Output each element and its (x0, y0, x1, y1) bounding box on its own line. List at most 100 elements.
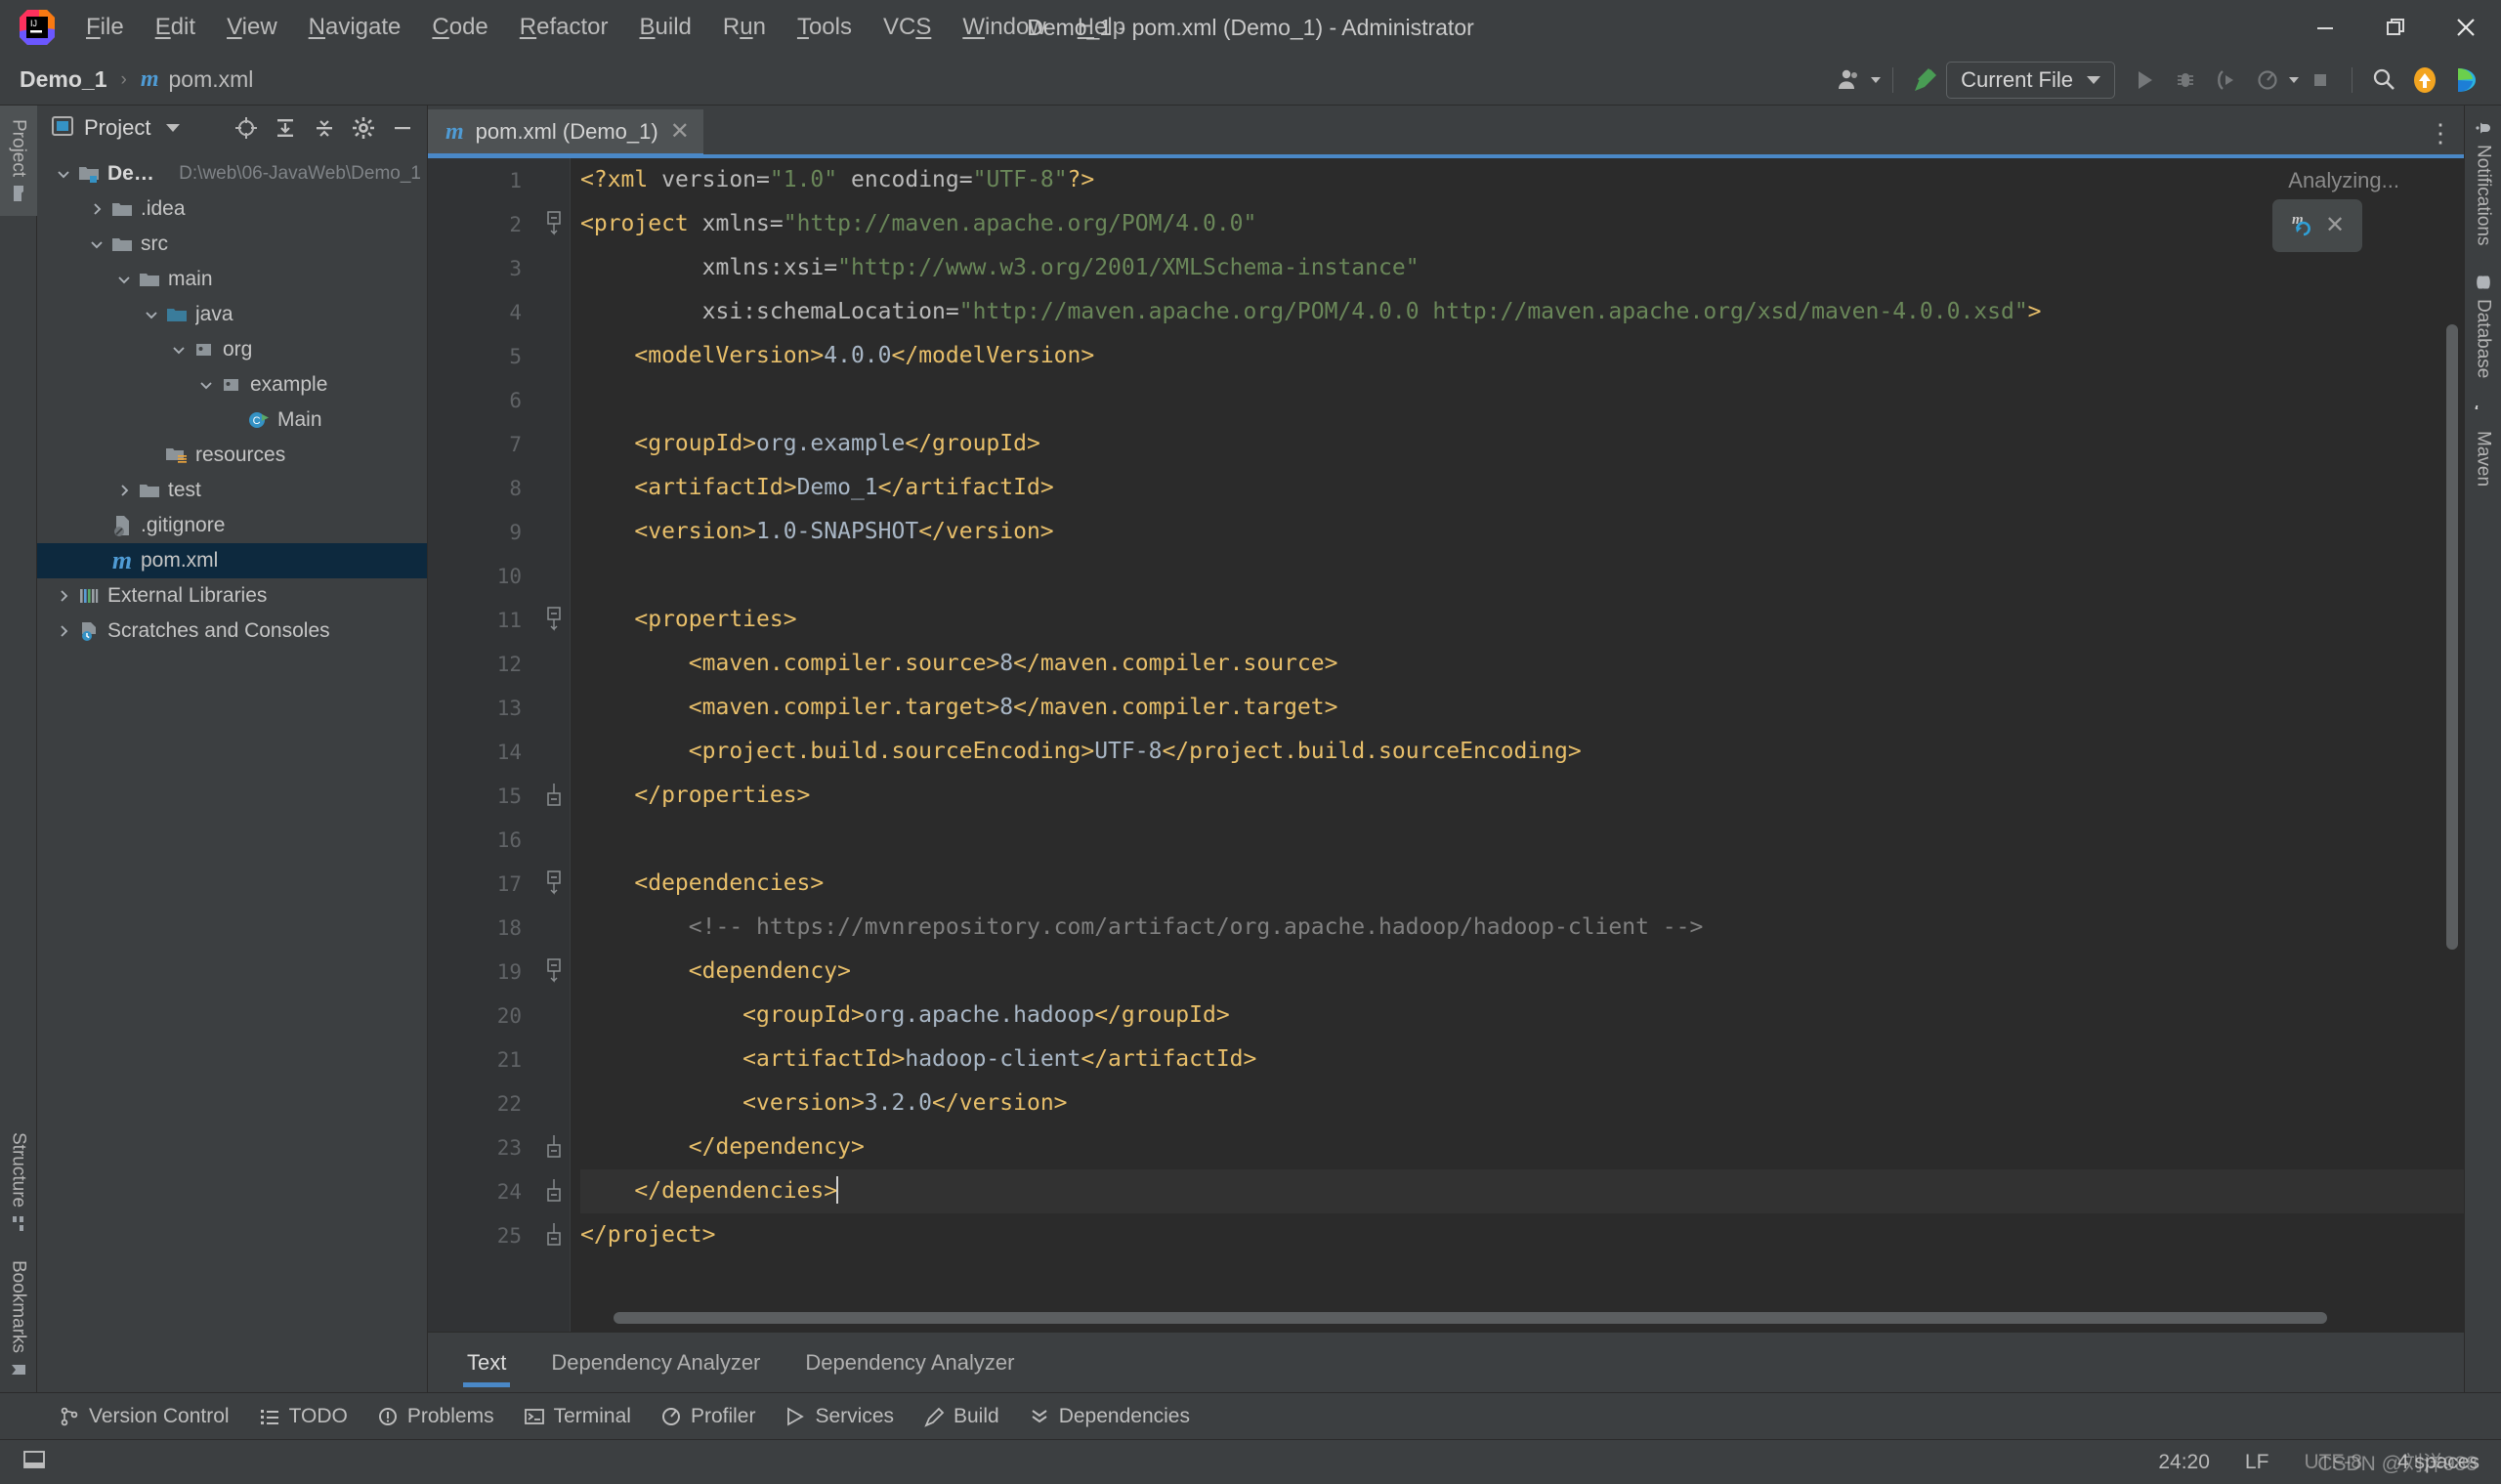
run-coverage-icon[interactable] (2207, 61, 2246, 100)
chevron-down-icon[interactable] (111, 272, 137, 287)
sidebar-item-bookmarks[interactable]: Bookmarks (0, 1247, 37, 1392)
tree-row-scratches[interactable]: Scratches and Consoles (37, 614, 427, 649)
chevron-right-icon[interactable] (111, 483, 137, 498)
chevron-down-icon[interactable] (193, 377, 219, 393)
tab-dependency-analyzer-2[interactable]: Dependency Analyzer (801, 1336, 1018, 1389)
chevron-down-icon[interactable] (84, 236, 109, 252)
chevron-down-icon[interactable] (166, 124, 181, 132)
tree-row-example[interactable]: example (37, 367, 427, 403)
chevron-down-icon[interactable] (2289, 77, 2299, 83)
close-button[interactable] (2431, 0, 2501, 55)
fold-toggle-icon[interactable] (543, 1125, 565, 1169)
close-icon[interactable]: ✕ (2325, 214, 2345, 237)
menu-item-vcs[interactable]: VCS (868, 8, 947, 47)
maven-reload-popup[interactable]: m ✕ (2272, 199, 2362, 252)
minimize-button[interactable] (2290, 0, 2360, 55)
sidebar-item-notifications[interactable]: Notifications (2465, 106, 2501, 260)
tool-window-dependencies[interactable]: Dependencies (1029, 1405, 1190, 1428)
menu-item-refactor[interactable]: Refactor (504, 8, 624, 47)
file-encoding[interactable]: UTF-8 (2304, 1451, 2362, 1474)
fold-toggle-icon[interactable] (543, 598, 565, 642)
tool-window-build[interactable]: Build (923, 1405, 999, 1428)
sidebar-item-database[interactable]: Database (2465, 260, 2501, 392)
caret-position[interactable]: 24:20 (2158, 1451, 2210, 1474)
expand-all-icon[interactable] (269, 111, 302, 145)
breadcrumb-item-file[interactable]: pom.xml (168, 66, 253, 93)
fold-toggle-icon[interactable] (543, 950, 565, 994)
run-configuration-selector[interactable]: Current File (1946, 62, 2115, 99)
chevron-right-icon[interactable] (51, 588, 76, 604)
code-area[interactable]: 1 2 3 4 5 6 7 8 9 10 11 12 13 14 15 16 1… (428, 158, 2464, 1332)
menu-item-edit[interactable]: Edit (140, 8, 211, 47)
tree-row-idea[interactable]: .idea (37, 191, 427, 227)
tab-text[interactable]: Text (463, 1336, 511, 1389)
fold-toggle-icon[interactable] (543, 1213, 565, 1257)
indent-setting[interactable]: 4 spaces (2397, 1451, 2480, 1474)
fold-toggle-icon[interactable] (543, 862, 565, 906)
restore-button[interactable] (2360, 0, 2431, 55)
updates-available-icon[interactable] (2405, 61, 2444, 100)
fold-toggle-icon[interactable] (543, 202, 565, 246)
menu-item-window[interactable]: Window (947, 8, 1061, 47)
search-everywhere-icon[interactable] (2364, 61, 2403, 100)
menu-item-view[interactable]: View (211, 8, 293, 47)
tool-window-problems[interactable]: Problems (377, 1405, 494, 1428)
line-separator[interactable]: LF (2245, 1451, 2269, 1474)
menu-item-file[interactable]: File (70, 8, 140, 47)
run-icon[interactable] (2125, 61, 2164, 100)
fold-toggle-icon[interactable] (543, 774, 565, 818)
project-tree[interactable]: Demo_1 D:\web\06-JavaWeb\Demo_1 .idea (37, 150, 427, 1392)
hide-panel-icon[interactable] (386, 111, 419, 145)
tree-row-java[interactable]: java (37, 297, 427, 332)
tool-window-terminal[interactable]: Terminal (524, 1405, 631, 1428)
menu-item-build[interactable]: Build (624, 8, 707, 47)
tree-row-test[interactable]: test (37, 473, 427, 508)
tool-window-services[interactable]: Services (784, 1405, 894, 1428)
code-folding-gutter[interactable] (537, 158, 571, 1332)
build-hammer-icon[interactable] (1905, 61, 1944, 100)
fold-toggle-icon[interactable] (543, 1169, 565, 1213)
tree-row-pom-xml[interactable]: m pom.xml (37, 543, 427, 578)
tool-window-todo[interactable]: TODO (259, 1405, 348, 1428)
debug-icon[interactable] (2166, 61, 2205, 100)
chevron-down-icon[interactable] (139, 307, 164, 322)
editor-horizontal-scrollbar[interactable] (614, 1312, 2327, 1324)
tree-row-src[interactable]: src (37, 227, 427, 262)
tool-window-profiler[interactable]: Profiler (660, 1405, 755, 1428)
tree-row-main-class[interactable]: C Main (37, 403, 427, 438)
maven-reload-icon[interactable]: m (2290, 209, 2319, 243)
tree-row-resources[interactable]: resources (37, 438, 427, 473)
menu-item-navigate[interactable]: Navigate (293, 8, 417, 47)
close-icon[interactable]: ✕ (670, 120, 690, 144)
tree-row-main-folder[interactable]: main (37, 262, 427, 297)
tree-row-gitignore[interactable]: .gitignore (37, 508, 427, 543)
sidebar-item-project[interactable]: Project (0, 106, 37, 217)
code-lines[interactable]: <?xml version="1.0" encoding="UTF-8"?> <… (571, 158, 2464, 1332)
chevron-down-icon[interactable] (51, 166, 76, 182)
menu-item-code[interactable]: Code (416, 8, 503, 47)
tool-window-version-control[interactable]: Version Control (59, 1405, 230, 1428)
select-opened-file-icon[interactable] (230, 111, 263, 145)
menu-item-run[interactable]: Run (707, 8, 782, 47)
breadcrumb-item-project[interactable]: Demo_1 (20, 66, 106, 93)
stop-icon[interactable] (2301, 61, 2340, 100)
user-profile-icon[interactable] (1830, 61, 1869, 100)
tab-dependency-analyzer-1[interactable]: Dependency Analyzer (547, 1336, 764, 1389)
settings-gear-icon[interactable] (347, 111, 380, 145)
menu-item-tools[interactable]: Tools (782, 8, 868, 47)
editor-tab-pom-xml[interactable]: m pom.xml (Demo_1) ✕ (428, 109, 703, 158)
tree-row-org[interactable]: org (37, 332, 427, 367)
collapse-all-icon[interactable] (308, 111, 341, 145)
more-options-icon[interactable]: ⋮ (2428, 118, 2454, 148)
tree-row-demo-1[interactable]: Demo_1 D:\web\06-JavaWeb\Demo_1 (37, 156, 427, 191)
show-tool-windows-icon[interactable] (21, 1447, 47, 1477)
chevron-right-icon[interactable] (51, 623, 76, 639)
tree-row-external-libraries[interactable]: External Libraries (37, 578, 427, 614)
ai-assistant-icon[interactable] (2446, 61, 2485, 100)
menu-item-help[interactable]: Help (1062, 8, 1141, 47)
sidebar-item-maven[interactable]: m Maven (2465, 392, 2501, 500)
profiler-icon[interactable] (2248, 61, 2287, 100)
chevron-down-icon[interactable] (1871, 77, 1882, 83)
editor-vertical-scrollbar[interactable] (2446, 324, 2458, 950)
chevron-right-icon[interactable] (84, 201, 109, 217)
